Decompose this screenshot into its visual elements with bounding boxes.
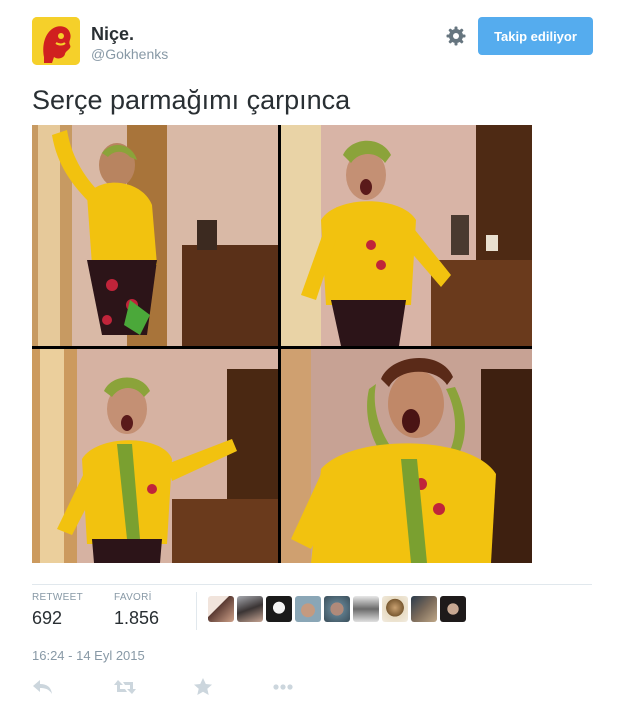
retweet-label: RETWEET — [32, 592, 83, 603]
favorite-label: FAVORİ — [114, 592, 152, 603]
favoriter-avatar[interactable] — [266, 596, 292, 622]
more-dots-icon[interactable] — [270, 676, 296, 698]
following-button[interactable]: Takip ediliyor — [478, 17, 593, 55]
retweet-icon[interactable] — [112, 676, 138, 698]
avatar-logo — [32, 17, 80, 65]
favorite-count[interactable]: 1.856 — [114, 607, 159, 629]
tweet-timestamp[interactable]: 16:24 - 14 Eyl 2015 — [32, 648, 145, 664]
stats-top-divider — [32, 584, 592, 585]
favoriter-avatar[interactable] — [411, 596, 437, 622]
user-display-name[interactable]: Niçe. — [91, 24, 134, 44]
photo-panel-top-right — [281, 125, 532, 346]
favoriter-avatar[interactable] — [208, 596, 234, 622]
favorite-stat[interactable]: FAVORİ 1.856 — [114, 592, 159, 629]
favoriter-avatar[interactable] — [353, 596, 379, 622]
retweet-count[interactable]: 692 — [32, 607, 83, 629]
photo-panel-bottom-right — [281, 349, 532, 563]
user-avatar[interactable] — [32, 17, 80, 65]
reply-icon[interactable] — [30, 676, 56, 698]
favoriter-avatar[interactable] — [382, 596, 408, 622]
photo-panel-bottom-left — [32, 349, 278, 563]
gear-icon[interactable] — [444, 24, 468, 48]
stats-vertical-divider — [196, 592, 197, 630]
favoriter-avatar[interactable] — [295, 596, 321, 622]
tweet-text: Serçe parmağımı çarpınca — [32, 85, 351, 115]
favoriter-avatar[interactable] — [440, 596, 466, 622]
star-icon[interactable] — [190, 676, 216, 698]
user-handle[interactable]: @Gokhenks — [91, 45, 168, 63]
favoriters-avatars — [208, 596, 466, 622]
favoriter-avatar[interactable] — [237, 596, 263, 622]
favoriter-avatar[interactable] — [324, 596, 350, 622]
tweet-photo[interactable] — [32, 125, 532, 563]
retweet-stat[interactable]: RETWEET 692 — [32, 592, 83, 629]
photo-panel-top-left — [32, 125, 278, 346]
